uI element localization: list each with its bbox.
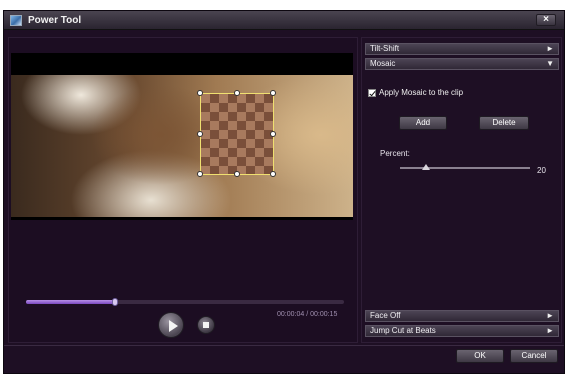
delete-button[interactable]: Delete [479, 116, 529, 130]
progress-knob[interactable] [112, 298, 119, 306]
play-button[interactable] [158, 312, 184, 338]
percent-value: 20 [537, 166, 546, 175]
mosaic-region[interactable] [197, 90, 276, 177]
face-off-label: Face Off [370, 311, 401, 320]
resize-handle-bottom-left[interactable] [197, 171, 203, 177]
resize-handle-left[interactable] [197, 131, 203, 137]
apply-mosaic-label: Apply Mosaic to the clip [379, 88, 464, 97]
ok-button[interactable]: OK [456, 349, 504, 363]
mosaic-label: Mosaic [370, 59, 396, 68]
close-button[interactable]: × [536, 14, 556, 26]
collapse-arrow-icon: ▼ [546, 59, 554, 68]
apply-mosaic-row[interactable]: Apply Mosaic to the clip [368, 88, 463, 97]
expand-arrow-icon: ► [546, 44, 554, 53]
percent-slider[interactable] [400, 164, 530, 170]
title-bar: Power Tool × [4, 11, 564, 30]
resize-handle-bottom[interactable] [234, 171, 240, 177]
expand-arrow-icon: ► [546, 326, 554, 335]
jump-cut-header[interactable]: Jump Cut at Beats ► [365, 325, 559, 337]
effects-panel: Tilt-Shift ► Mosaic ▼ Apply Mosaic to th… [361, 37, 562, 343]
resize-handle-top-right[interactable] [270, 90, 276, 96]
mosaic-header[interactable]: Mosaic ▼ [365, 58, 559, 70]
resize-handle-right[interactable] [270, 131, 276, 137]
jump-cut-label: Jump Cut at Beats [370, 326, 436, 335]
video-frame [11, 75, 353, 217]
stop-button[interactable] [197, 316, 215, 334]
apply-mosaic-checkbox[interactable] [368, 88, 376, 97]
percent-label: Percent: [380, 149, 410, 158]
expand-arrow-icon: ► [546, 311, 554, 320]
video-preview [11, 53, 353, 220]
cancel-button[interactable]: Cancel [510, 349, 558, 363]
add-button[interactable]: Add [399, 116, 447, 130]
resize-handle-top-left[interactable] [197, 90, 203, 96]
resize-handle-bottom-right[interactable] [270, 171, 276, 177]
face-off-header[interactable]: Face Off ► [365, 310, 559, 322]
progress-fill [26, 300, 116, 304]
percent-slider-thumb[interactable] [422, 164, 430, 170]
footer-divider [4, 345, 564, 346]
time-readout: 00:00:04 / 00:00:15 [277, 311, 338, 318]
tilt-shift-header[interactable]: Tilt-Shift ► [365, 43, 559, 55]
window-title: Power Tool [28, 15, 82, 26]
app-icon [10, 15, 22, 26]
resize-handle-top[interactable] [234, 90, 240, 96]
power-tool-window: Power Tool × 00:00:04 / 00:00:15 Tilt-Sh… [3, 10, 565, 374]
tilt-shift-label: Tilt-Shift [370, 44, 400, 53]
playback-progress-bar[interactable] [26, 298, 344, 306]
